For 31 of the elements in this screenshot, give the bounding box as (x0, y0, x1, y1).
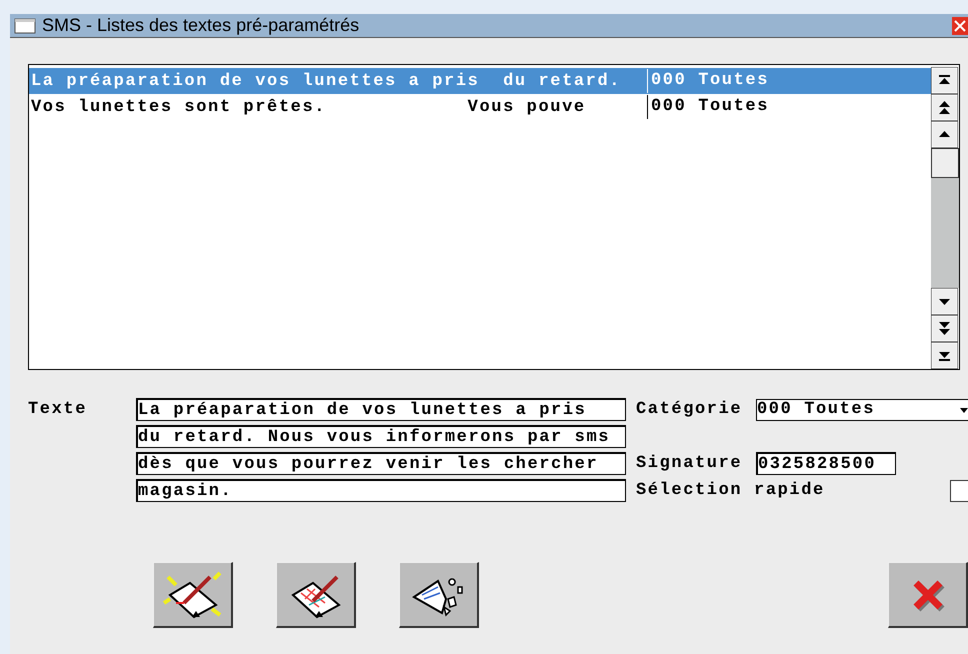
window-title: SMS - Listes des textes pré-paramétrés (42, 15, 360, 36)
category-text: 000 Toutes (647, 69, 770, 93)
scroll-down-icon[interactable] (931, 288, 958, 315)
close-button[interactable] (888, 562, 968, 628)
list-row[interactable]: Vos lunettes sont prêtes. Vous pouve 000 Toutes (29, 94, 931, 120)
close-icon[interactable] (952, 16, 968, 34)
text-line-field[interactable]: dès que vous pourrez venir les chercher (136, 452, 626, 475)
quick-select-checkbox[interactable] (950, 480, 968, 502)
delete-button[interactable] (399, 562, 479, 628)
scroll-bottom-icon[interactable] (931, 342, 958, 369)
scroll-top-icon[interactable] (931, 67, 958, 94)
signature-field[interactable]: 0325828500 (756, 452, 896, 475)
edit-button[interactable] (276, 562, 356, 628)
scroll-up-icon[interactable] (931, 121, 958, 148)
message-text: Vos lunettes sont prêtes. Vous pouve (30, 98, 587, 116)
selection-label: Sélection rapide (636, 481, 825, 500)
message-text: La préaparation de vos lunettes a pris du retard. (30, 72, 622, 90)
paper-pencil-sparkle-icon (162, 568, 224, 620)
signature-label: Signature (636, 454, 744, 473)
window-icon (14, 18, 36, 34)
category-text: 000 Toutes (647, 95, 770, 119)
scrollbar-thumb[interactable] (931, 148, 959, 178)
page-up-icon[interactable] (931, 94, 958, 121)
text-line-field[interactable]: La préaparation de vos lunettes a pris (136, 398, 626, 421)
text-line-field[interactable]: du retard. Nous vous informerons par sms (136, 425, 626, 448)
texte-label: Texte (28, 399, 88, 421)
new-button[interactable] (153, 562, 233, 628)
text-line-field[interactable]: magasin. (136, 479, 626, 502)
page-down-icon[interactable] (931, 315, 958, 342)
categorie-label: Catégorie (636, 400, 744, 419)
category-dropdown[interactable]: 000 Toutes (756, 398, 968, 420)
